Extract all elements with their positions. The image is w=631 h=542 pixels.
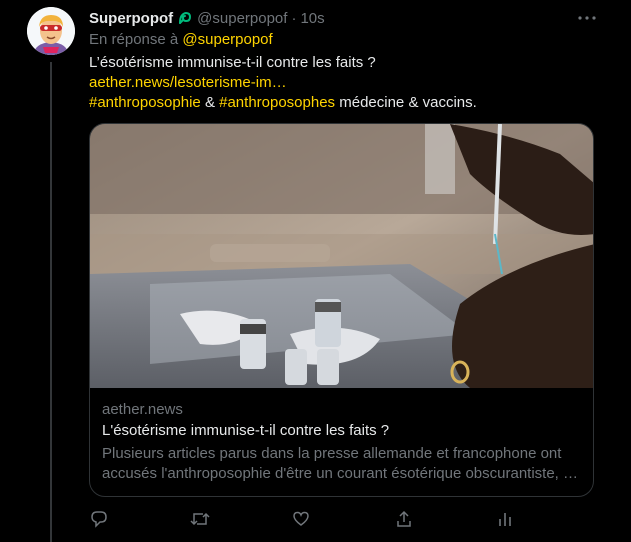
- card-description-line: accusés l'anthroposophie d'être un coura…: [102, 465, 579, 482]
- share-icon[interactable]: [394, 509, 414, 529]
- reply-icon[interactable]: [89, 509, 109, 529]
- link-card[interactable]: aether.news L'ésotérisme immunise-t-il c…: [89, 123, 594, 497]
- handle[interactable]: @superpopof: [197, 10, 287, 27]
- reply-context: En réponse à @superpopof: [89, 31, 273, 48]
- tweet-text: L’ésotérisme immunise-t-il contre les fa…: [89, 53, 594, 113]
- article-link[interactable]: aether.news/lesoterisme-im…: [89, 74, 287, 91]
- tweet-text-line: L’ésotérisme immunise-t-il contre les fa…: [89, 54, 376, 71]
- ampersand: &: [204, 94, 215, 111]
- avatar[interactable]: [27, 7, 75, 55]
- tweet-text-tail: médecine & vaccins.: [339, 94, 477, 111]
- retweet-icon[interactable]: [190, 509, 210, 529]
- card-description: Plusieurs articles parus dans la presse …: [102, 444, 582, 484]
- card-body: aether.news L'ésotérisme immunise-t-il c…: [102, 400, 582, 484]
- heart-icon[interactable]: [291, 509, 311, 529]
- thread-line: [50, 62, 52, 542]
- display-name[interactable]: Superpopof: [89, 10, 173, 27]
- tweet-header: Superpopof @superpopof · 10s: [89, 8, 325, 28]
- analytics-icon[interactable]: [495, 509, 515, 529]
- reply-to-handle-link[interactable]: @superpopof: [182, 31, 272, 48]
- card-description-line: Plusieurs articles parus dans la presse …: [102, 445, 562, 462]
- tweet[interactable]: Superpopof @superpopof · 10s En réponse …: [0, 0, 631, 542]
- card-title[interactable]: L'ésotérisme immunise-t-il contre les fa…: [102, 421, 582, 441]
- hashtag-anthroposophie[interactable]: #anthroposophie: [89, 94, 201, 111]
- separator-dot: ·: [291, 9, 297, 27]
- leaf-badge-icon: [177, 10, 193, 26]
- timestamp[interactable]: 10s: [300, 10, 324, 27]
- card-image-vaccine-photo[interactable]: [90, 124, 594, 388]
- card-domain: aether.news: [102, 401, 183, 418]
- reply-prefix: En réponse à: [89, 31, 179, 48]
- action-bar: [89, 509, 539, 531]
- more-dots-icon[interactable]: [578, 9, 596, 27]
- hashtag-anthroposophes[interactable]: #anthroposophes: [219, 94, 335, 111]
